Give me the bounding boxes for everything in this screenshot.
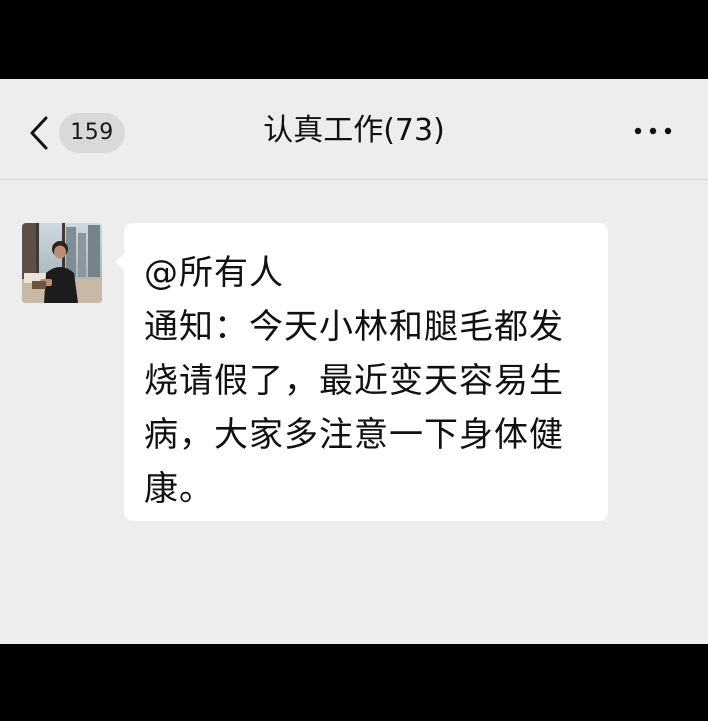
- avatar[interactable]: [22, 223, 102, 303]
- message-bubble[interactable]: @所有人 通知：今天小林和腿毛都发 烧请假了，最近变天容易生 病，大家多注意一下…: [124, 223, 608, 521]
- message-line: 烧请假了，最近变天容易生: [144, 361, 564, 401]
- chat-title: 认真工作(73): [263, 113, 445, 148]
- message-text: @所有人 通知：今天小林和腿毛都发 烧请假了，最近变天容易生 病，大家多注意一下…: [144, 246, 592, 516]
- back-button[interactable]: 159: [22, 109, 132, 157]
- chat-screen: 159 认真工作(73) @所有人 通知：今天小林和腿毛都发 烧请假了，最近变天…: [0, 79, 708, 644]
- message-line: 通知：今天小林和腿毛都发: [144, 307, 564, 347]
- chat-navbar: 159 认真工作(73): [0, 79, 708, 180]
- ellipsis-icon: [626, 113, 682, 149]
- more-options-button[interactable]: [626, 113, 682, 149]
- mention-all[interactable]: @所有人: [144, 246, 592, 300]
- chevron-left-icon: [26, 115, 56, 151]
- unread-count-badge: 159: [59, 113, 125, 153]
- message-line: 康。: [144, 469, 214, 509]
- message-line: 病，大家多注意一下身体健: [144, 415, 564, 455]
